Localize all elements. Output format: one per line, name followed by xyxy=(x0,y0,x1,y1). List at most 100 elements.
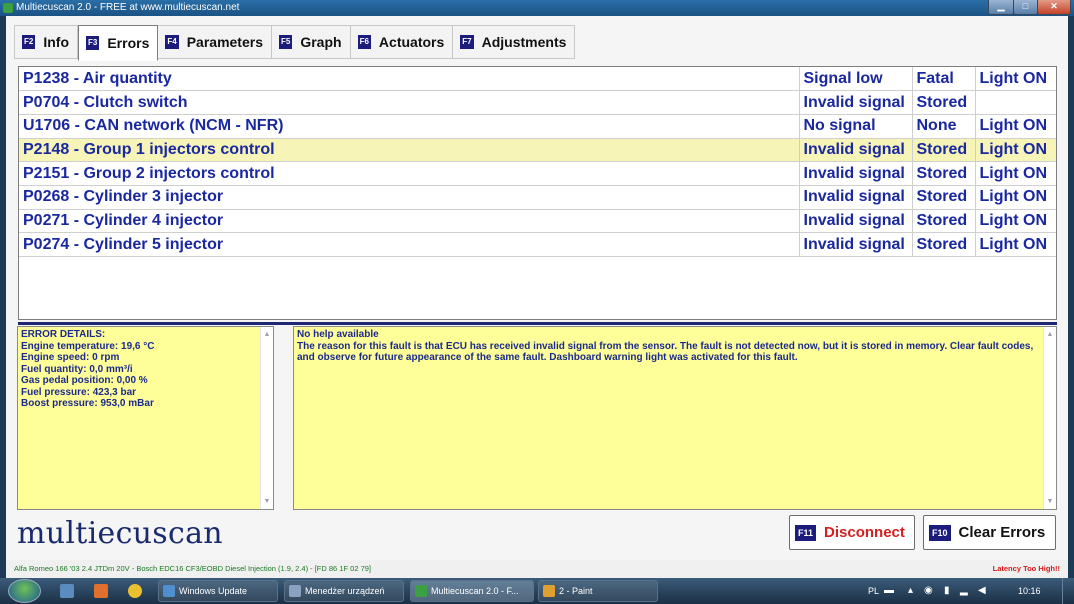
fault-type: None xyxy=(911,114,975,139)
fault-type: Stored xyxy=(911,161,975,186)
tab-errors[interactable]: F3 Errors xyxy=(78,25,159,61)
battery-icon[interactable]: ▮ xyxy=(944,578,950,604)
status-bar: Alfa Romeo 166 '03 2.4 JTDm 20V - Bosch … xyxy=(6,560,1068,578)
tab-graph[interactable]: F5 Graph xyxy=(272,25,351,59)
details-line: Fuel pressure: 423,3 bar xyxy=(21,386,137,398)
tab-label: Errors xyxy=(107,35,150,51)
fault-type: Fatal xyxy=(911,67,975,92)
tab-info[interactable]: F2 Info xyxy=(14,25,78,59)
tab-label: Graph xyxy=(300,34,342,50)
tab-adjustments[interactable]: F7 Adjustments xyxy=(453,25,576,59)
fault-type: Stored xyxy=(911,232,975,257)
fkey-badge: F7 xyxy=(460,35,474,49)
fault-code: P0271 - Cylinder 4 injector xyxy=(19,209,799,234)
app-icon xyxy=(3,3,13,13)
scroll-up-icon[interactable]: ▲ xyxy=(1044,329,1056,341)
title-bar[interactable]: Multiecuscan 2.0 - FREE at www.multiecus… xyxy=(0,0,1074,16)
help-text: The reason for this fault is that ECU ha… xyxy=(297,340,1034,364)
taskbar-item-paint[interactable]: 2 - Paint xyxy=(538,580,658,602)
chrome-icon[interactable] xyxy=(128,584,142,598)
taskbar-item-windows-update[interactable]: Windows Update xyxy=(158,580,278,602)
details-line: Engine speed: 0 rpm xyxy=(21,352,120,363)
empty-cell xyxy=(19,280,799,304)
app-logo: multiecuscan xyxy=(17,516,223,551)
fault-row[interactable]: P0704 - Clutch switch Invalid signal Store… xyxy=(19,90,1056,115)
taskbar-item-label: Menedżer urządzeń xyxy=(305,586,385,596)
volume-icon[interactable]: ◀ xyxy=(978,578,986,604)
fault-status: No signal xyxy=(798,114,912,139)
clear-errors-button[interactable]: F10 Clear Errors xyxy=(923,515,1056,550)
scroll-down-icon[interactable]: ▼ xyxy=(261,496,273,508)
fault-row[interactable]: P2151 - Group 2 injectors control Invalid… xyxy=(19,161,1056,186)
details-line: Boost pressure: 953,0 mBar xyxy=(21,398,154,409)
fault-light: Light ON xyxy=(974,209,1056,234)
main-panel: F2 Info F3 Errors F4 Parameters F5 Graph… xyxy=(6,16,1068,560)
fault-status: Invalid signal xyxy=(798,161,912,186)
multiecuscan-icon xyxy=(415,585,427,597)
fkey-badge: F10 xyxy=(929,524,951,541)
empty-cell xyxy=(19,257,799,281)
fault-light: Light ON xyxy=(974,232,1056,257)
language-indicator[interactable]: PL xyxy=(868,578,879,604)
empty-row xyxy=(19,280,1056,304)
details-line: Gas pedal position: 0,00 % xyxy=(21,375,148,386)
fault-light: Light ON xyxy=(974,114,1056,139)
fault-row[interactable]: P2148 - Group 1 injectors control Invalid… xyxy=(19,138,1056,163)
empty-cell xyxy=(975,280,1056,304)
fault-type: Stored xyxy=(911,209,975,234)
clock[interactable]: 10:16 xyxy=(1018,578,1041,604)
maximize-button[interactable]: □ xyxy=(1013,0,1038,15)
disconnect-button[interactable]: F11 Disconnect xyxy=(789,515,915,550)
fault-code: U1706 - CAN network (NCM - NFR) xyxy=(19,114,799,139)
details-scrollbar[interactable]: ▲ ▼ xyxy=(260,327,273,509)
fkey-badge: F5 xyxy=(279,35,293,49)
fault-row[interactable]: P0268 - Cylinder 3 injector Invalid signa… xyxy=(19,185,1056,210)
fault-table: P1238 - Air quantity Signal low Fatal Light… xyxy=(19,67,1056,304)
explorer-icon[interactable] xyxy=(60,584,74,598)
taskbar-item-label: Multiecuscan 2.0 - F... xyxy=(431,586,519,596)
show-hidden-icons-icon[interactable]: ▴ xyxy=(908,578,913,604)
signal-icon[interactable]: ▂ xyxy=(960,578,968,604)
details-line: Fuel quantity: 0,0 mm³/i xyxy=(21,363,133,375)
show-desktop-button[interactable] xyxy=(1062,578,1074,604)
details-line: Engine temperature: 19,6 °C xyxy=(21,340,155,352)
fault-help-panel[interactable]: No help available The reason for this fa… xyxy=(293,326,1057,510)
empty-cell xyxy=(799,257,912,281)
tab-label: Parameters xyxy=(186,34,263,50)
fault-code: P1238 - Air quantity xyxy=(19,67,799,92)
help-scrollbar[interactable]: ▲ ▼ xyxy=(1043,327,1056,509)
fault-row[interactable]: U1706 - CAN network (NCM - NFR) No signal… xyxy=(19,114,1056,139)
fault-light xyxy=(974,90,1056,115)
empty-cell xyxy=(975,257,1056,281)
fault-row[interactable]: P0271 - Cylinder 4 injector Invalid signa… xyxy=(19,209,1056,234)
windows-update-icon xyxy=(163,585,175,597)
empty-cell xyxy=(912,280,975,304)
empty-row xyxy=(19,257,1056,281)
taskbar-item-device-manager[interactable]: Menedżer urządzeń xyxy=(284,580,404,602)
network-icon[interactable]: ◉ xyxy=(924,578,933,604)
window-title: Multiecuscan 2.0 - FREE at www.multiecus… xyxy=(16,2,240,13)
empty-cell xyxy=(799,280,912,304)
error-details-panel[interactable]: ERROR DETAILS: Engine temperature: 19,6 … xyxy=(17,326,274,510)
taskbar-item-label: 2 - Paint xyxy=(559,586,593,596)
start-button[interactable] xyxy=(8,579,41,603)
fault-status: Invalid signal xyxy=(798,138,912,163)
close-button[interactable]: ✕ xyxy=(1037,0,1071,15)
tab-label: Adjustments xyxy=(481,34,567,50)
tab-label: Actuators xyxy=(378,34,445,50)
media-player-icon[interactable] xyxy=(94,584,108,598)
fault-light: Light ON xyxy=(974,185,1056,210)
tab-parameters[interactable]: F4 Parameters xyxy=(158,25,272,59)
scroll-up-icon[interactable]: ▲ xyxy=(261,329,273,341)
fault-row[interactable]: P1238 - Air quantity Signal low Fatal Light… xyxy=(19,67,1056,92)
fault-type: Stored xyxy=(911,138,975,163)
tab-actuators[interactable]: F6 Actuators xyxy=(350,25,454,59)
latency-warning: Latency Too High!! xyxy=(992,564,1060,573)
fault-row[interactable]: P0274 - Cylinder 5 injector Invalid signa… xyxy=(19,232,1056,257)
tab-bar: F2 Info F3 Errors F4 Parameters F5 Graph… xyxy=(14,25,576,61)
scroll-down-icon[interactable]: ▼ xyxy=(1044,496,1056,508)
minimize-button[interactable]: ▁ xyxy=(988,0,1014,15)
keyboard-icon[interactable]: ▬ xyxy=(884,578,894,604)
vehicle-info: Alfa Romeo 166 '03 2.4 JTDm 20V - Bosch … xyxy=(14,564,372,573)
taskbar-item-multiecuscan[interactable]: Multiecuscan 2.0 - F... xyxy=(410,580,534,602)
